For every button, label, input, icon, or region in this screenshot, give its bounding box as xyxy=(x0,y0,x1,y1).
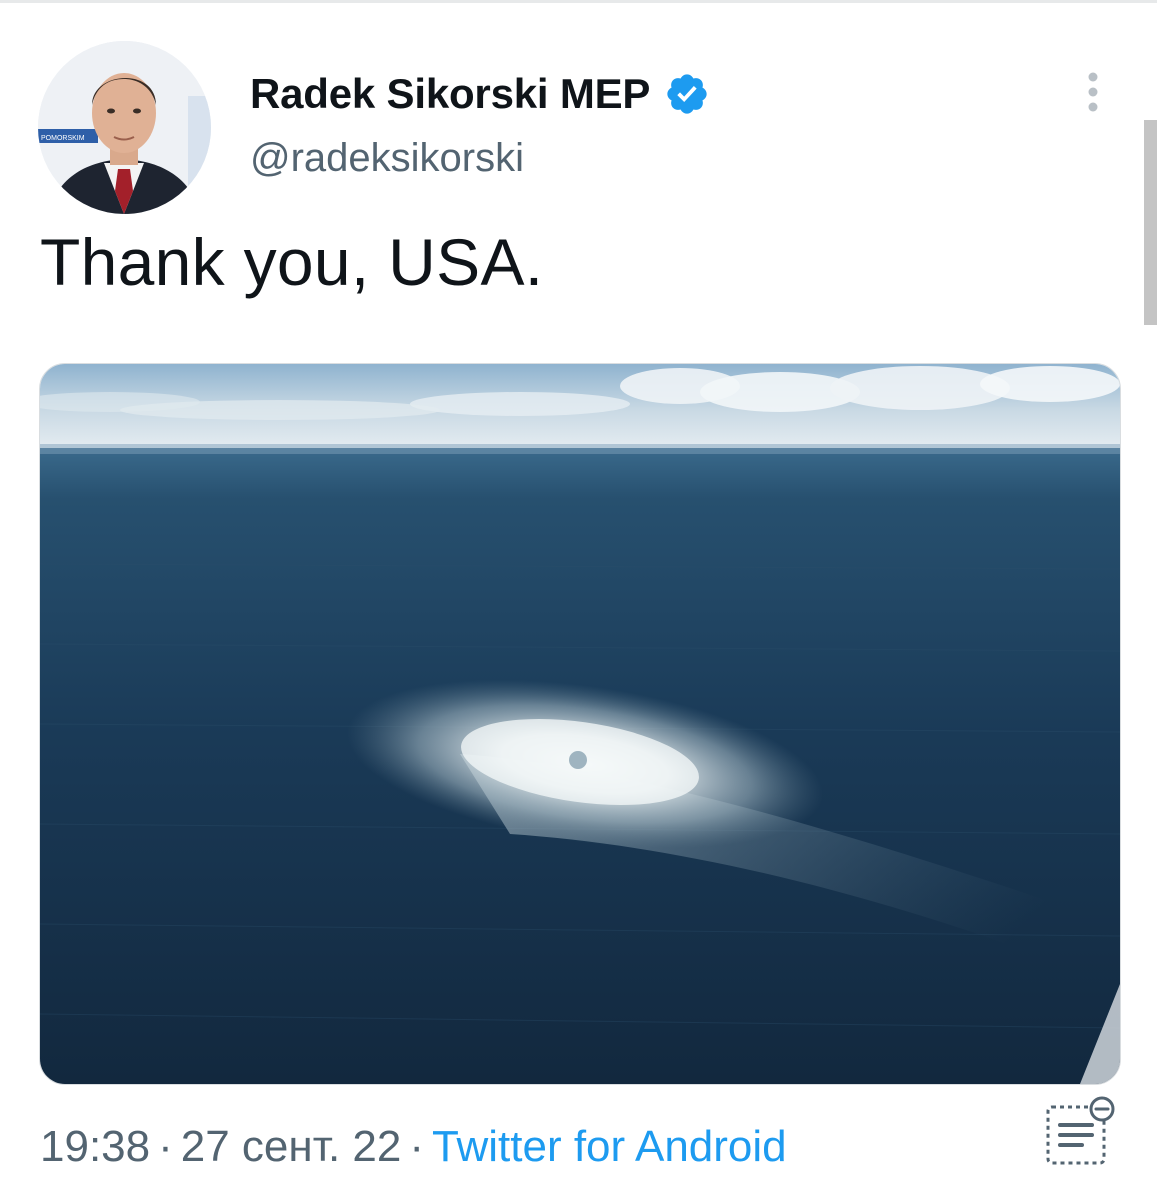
avatar-backdrop-text: POMORSKIM xyxy=(41,135,85,142)
meta-separator: · xyxy=(158,1122,173,1171)
avatar[interactable]: POMORSKIM xyxy=(38,41,211,214)
verified-badge-icon xyxy=(664,71,710,117)
tweet-time[interactable]: 19:38 xyxy=(40,1122,150,1172)
user-handle[interactable]: @radeksikorski xyxy=(250,136,524,181)
sea-photo xyxy=(40,364,1120,1084)
top-divider xyxy=(0,0,1157,3)
tweet-analytics-icon[interactable] xyxy=(1040,1095,1120,1167)
meta-separator: · xyxy=(409,1122,425,1171)
tweet-date[interactable]: 27 сент. 22 xyxy=(181,1122,402,1172)
vertical-ellipsis-icon[interactable] xyxy=(1078,70,1108,114)
scrollbar[interactable] xyxy=(1144,120,1157,325)
tweet-meta: 19:38 · 27 сент. 22 · Twitter for Androi… xyxy=(40,1122,787,1172)
display-name[interactable]: Radek Sikorski MEP xyxy=(250,70,650,118)
avatar-photo: POMORSKIM xyxy=(38,41,211,214)
display-name-row[interactable]: Radek Sikorski MEP xyxy=(250,64,710,124)
tweet-source-link[interactable]: Twitter for Android xyxy=(432,1122,787,1172)
tweet-media-image[interactable] xyxy=(39,363,1121,1085)
tweet-text: Thank you, USA. xyxy=(40,225,544,299)
